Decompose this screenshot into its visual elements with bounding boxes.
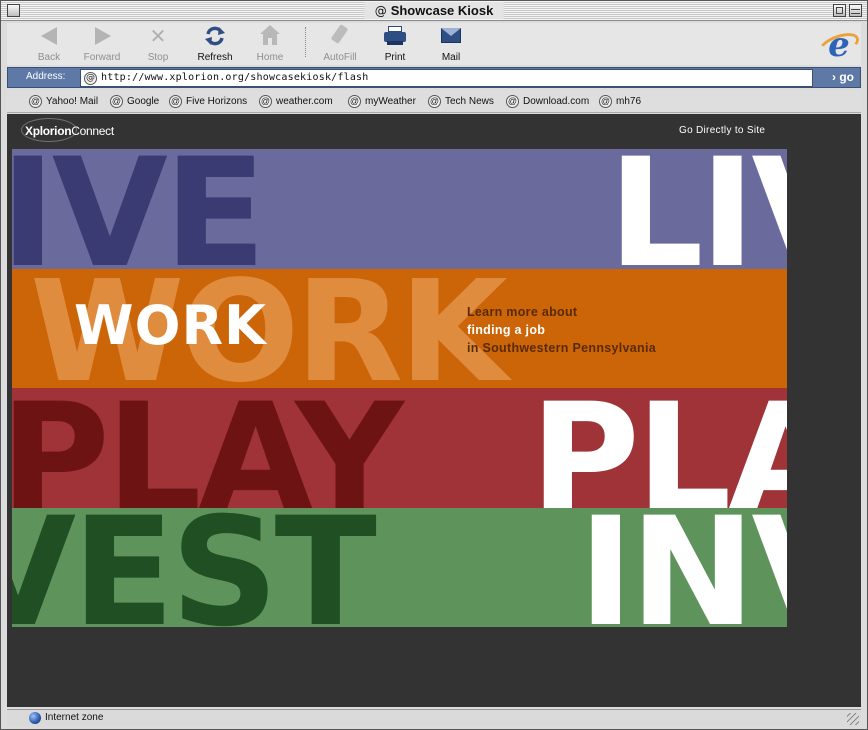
collapse-box[interactable] xyxy=(849,4,862,17)
ie-logo-icon[interactable]: e xyxy=(819,28,859,65)
close-box[interactable] xyxy=(7,4,20,17)
envelope-icon xyxy=(440,25,462,47)
status-zone: Internet zone xyxy=(45,712,104,723)
window-title-text: Showcase Kiosk xyxy=(390,3,494,18)
brand-logo[interactable]: XplorionConnect xyxy=(25,124,114,138)
live-left-text: IVE xyxy=(12,149,266,269)
favorite-label: weather.com xyxy=(276,96,333,107)
stop-x-icon: ✕ xyxy=(149,24,167,48)
forward-button[interactable]: Forward xyxy=(74,25,130,65)
refresh-icon xyxy=(204,25,226,47)
status-bar: Internet zone xyxy=(7,709,861,727)
address-input[interactable]: @ http://www.xplorion.org/showcasekiosk/… xyxy=(80,69,813,87)
print-button[interactable]: Print xyxy=(367,25,423,65)
autofill-pen-icon xyxy=(329,24,351,47)
favorite-label: Five Horizons xyxy=(186,96,248,107)
band-work[interactable]: WORK WORK Learn more about finding a job… xyxy=(12,269,787,388)
page-at-icon[interactable]: @ xyxy=(84,72,97,85)
band-live[interactable]: IVE LIV xyxy=(12,149,787,269)
home-label: Home xyxy=(256,52,284,63)
autofill-label: AutoFill xyxy=(323,52,357,63)
favorite-link[interactable]: @ Yahoo! Mail xyxy=(29,95,98,108)
invest-right-text: INV xyxy=(578,508,787,627)
at-icon: @ xyxy=(506,95,519,108)
play-right-text: PLA xyxy=(530,388,787,508)
favorite-label: mh76 xyxy=(616,96,642,107)
at-icon: @ xyxy=(428,95,441,108)
go-directly-link[interactable]: Go Directly to Site xyxy=(679,125,765,136)
home-icon xyxy=(259,25,281,47)
work-line-1: Learn more about xyxy=(467,305,578,319)
browser-window: @ Showcase Kiosk Back Forward ✕ Stop Ref… xyxy=(0,0,868,730)
toolbar-separator xyxy=(305,27,307,57)
favorites-bar: @ Yahoo! Mail @ Google @ Five Horizons @ wea… xyxy=(7,91,861,113)
play-left-text: PLAY xyxy=(12,388,404,508)
band-invest[interactable]: VEST INV xyxy=(12,508,787,627)
favorite-label: Google xyxy=(127,96,160,107)
go-button[interactable]: › go xyxy=(832,70,854,84)
invest-left-text: VEST xyxy=(12,508,377,627)
address-url: http://www.xplorion.org/showcasekiosk/fl… xyxy=(101,72,369,83)
mail-label: Mail xyxy=(441,52,461,63)
favorite-link[interactable]: @ myWeather xyxy=(348,95,416,108)
at-icon: @ xyxy=(599,95,612,108)
favorite-link[interactable]: @ mh76 xyxy=(599,95,641,108)
back-arrow-icon xyxy=(38,25,60,47)
window-title: @ Showcase Kiosk xyxy=(364,2,504,19)
at-icon: @ xyxy=(110,95,123,108)
work-line-2: finding a job xyxy=(467,323,546,337)
refresh-button[interactable]: Refresh xyxy=(187,25,243,65)
print-label: Print xyxy=(384,52,406,63)
work-title: WORK xyxy=(74,294,267,357)
stop-button[interactable]: ✕ Stop xyxy=(130,25,186,65)
favorite-link[interactable]: @ Tech News xyxy=(428,95,494,108)
globe-icon xyxy=(29,712,41,724)
flash-banner[interactable]: IVE LIV WORK WORK Learn more about findi… xyxy=(12,149,787,627)
address-label: Address: xyxy=(26,71,66,82)
home-button[interactable]: Home xyxy=(242,25,298,65)
at-icon: @ xyxy=(259,95,272,108)
zoom-box[interactable] xyxy=(833,4,846,17)
brand-bold: Xplorion xyxy=(25,124,72,138)
favorite-label: Tech News xyxy=(445,96,494,107)
work-line-3: in Southwestern Pennsylvania xyxy=(467,341,657,355)
resize-grip[interactable] xyxy=(847,713,859,725)
favorite-link[interactable]: @ Google xyxy=(110,95,159,108)
forward-arrow-icon xyxy=(91,25,113,47)
back-label: Back xyxy=(37,52,61,63)
autofill-button[interactable]: AutoFill xyxy=(312,24,368,65)
favorite-label: Yahoo! Mail xyxy=(46,96,99,107)
work-description: Learn more about finding a job in Southw… xyxy=(467,303,656,357)
toolbar: Back Forward ✕ Stop Refresh Home AutoFil… xyxy=(7,23,861,65)
brand-rest: Connect xyxy=(71,124,114,138)
title-bar[interactable]: @ Showcase Kiosk xyxy=(1,1,867,21)
forward-label: Forward xyxy=(83,52,121,63)
at-icon: @ xyxy=(169,95,182,108)
mail-button[interactable]: Mail xyxy=(423,25,479,65)
at-icon: @ xyxy=(374,3,387,18)
printer-icon xyxy=(384,25,406,47)
favorite-label: Download.com xyxy=(523,96,590,107)
at-icon: @ xyxy=(29,95,42,108)
page-content: XplorionConnect Go Directly to Site IVE … xyxy=(7,114,861,707)
favorite-link[interactable]: @ Five Horizons xyxy=(169,95,247,108)
stop-label: Stop xyxy=(147,52,169,63)
favorite-link[interactable]: @ Download.com xyxy=(506,95,589,108)
at-icon: @ xyxy=(348,95,361,108)
band-play[interactable]: PLAY PLA xyxy=(12,388,787,508)
back-button[interactable]: Back xyxy=(21,25,77,65)
address-bar: Address: @ http://www.xplorion.org/showc… xyxy=(7,67,861,88)
go-label: go xyxy=(839,70,854,84)
favorite-label: myWeather xyxy=(365,96,416,107)
favorite-link[interactable]: @ weather.com xyxy=(259,95,333,108)
refresh-label: Refresh xyxy=(197,52,233,63)
live-right-text: LIV xyxy=(608,149,787,269)
